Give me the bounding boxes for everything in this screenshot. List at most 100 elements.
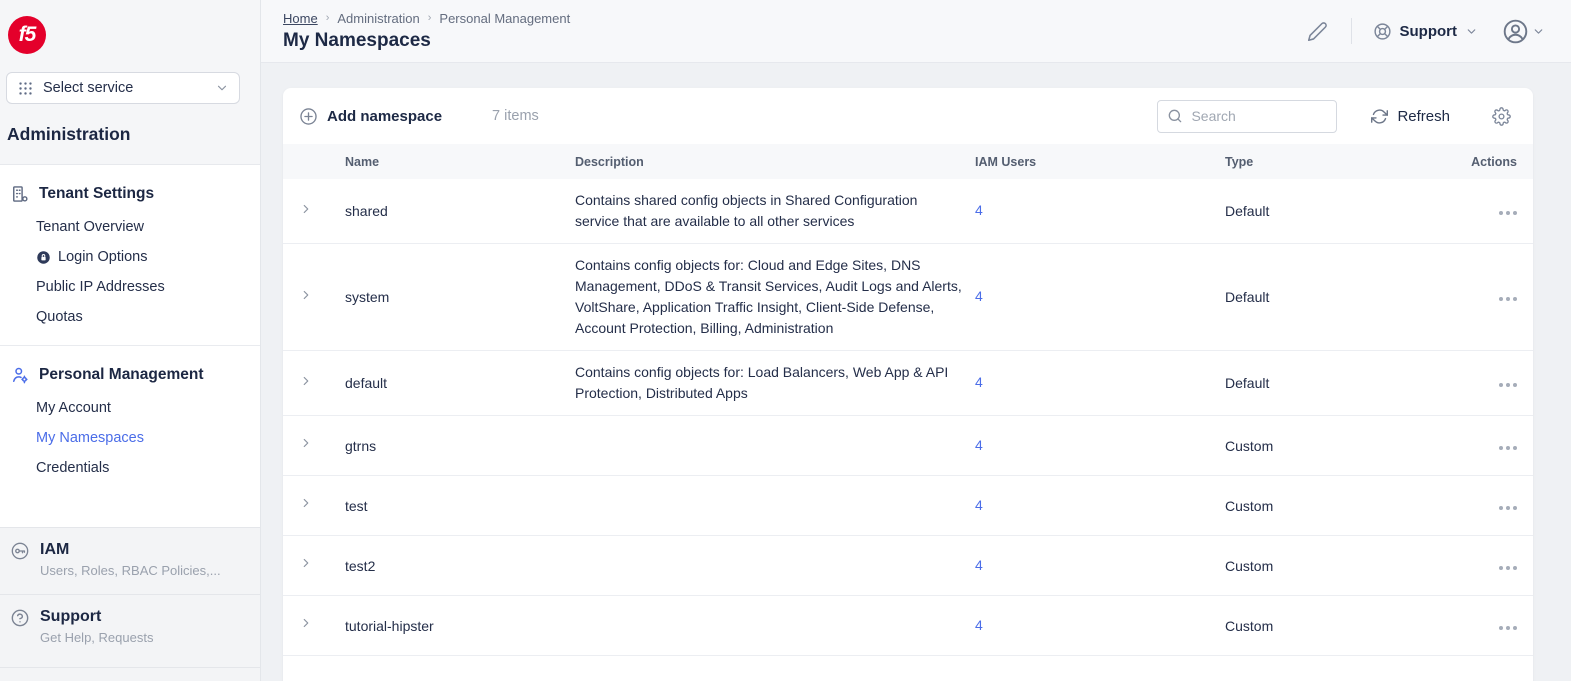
f5-logo[interactable]: f5 bbox=[8, 16, 46, 54]
sidebar-section-title: Support bbox=[40, 606, 153, 628]
gear-icon[interactable] bbox=[1492, 107, 1511, 126]
table-row: tutorial-hipster 4 Custom bbox=[283, 596, 1533, 656]
sidebar-item-my-namespaces[interactable]: My Namespaces bbox=[0, 423, 260, 453]
account-menu[interactable] bbox=[1502, 18, 1545, 45]
expand-row-button[interactable] bbox=[299, 202, 313, 216]
namespaces-card: Add namespace 7 items Refresh Name Descr… bbox=[283, 88, 1533, 681]
namespace-type: Default bbox=[1225, 375, 1470, 391]
sidebar-section-title: IAM bbox=[40, 539, 221, 561]
table-row: test 4 Custom bbox=[283, 476, 1533, 536]
row-actions-button[interactable] bbox=[1496, 293, 1517, 305]
sidebar-section-iam[interactable]: IAM Users, Roles, RBAC Policies,... bbox=[0, 527, 260, 594]
namespace-type: Default bbox=[1225, 289, 1470, 305]
breadcrumb-item-administration[interactable]: Administration bbox=[337, 11, 419, 26]
table-header: Name Description IAM Users Type Actions bbox=[283, 144, 1533, 179]
namespace-name: test2 bbox=[345, 558, 575, 574]
namespace-name: test bbox=[345, 498, 575, 514]
sidebar-section-text: Support Get Help, Requests bbox=[40, 606, 153, 645]
table-row: shared Contains shared config objects in… bbox=[283, 179, 1533, 244]
namespace-name: default bbox=[345, 375, 575, 391]
expand-row-button[interactable] bbox=[299, 374, 313, 388]
sidebar-item-label: My Namespaces bbox=[36, 430, 144, 446]
divider bbox=[0, 345, 260, 346]
f5-logo-text: f5 bbox=[19, 23, 36, 47]
namespace-name: shared bbox=[345, 203, 575, 219]
breadcrumb-item-home[interactable]: Home bbox=[283, 11, 318, 26]
expand-row-button[interactable] bbox=[299, 556, 313, 570]
row-actions-button[interactable] bbox=[1496, 622, 1517, 634]
iam-users-link[interactable]: 4 bbox=[975, 617, 983, 633]
iam-users-link[interactable]: 4 bbox=[975, 497, 983, 513]
chevron-down-icon bbox=[1532, 25, 1545, 38]
sidebar-item-credentials[interactable]: Credentials bbox=[0, 453, 260, 483]
sidebar-item-label: Tenant Overview bbox=[36, 219, 144, 235]
column-header-description[interactable]: Description bbox=[575, 155, 975, 169]
add-namespace-button[interactable]: Add namespace bbox=[299, 107, 442, 126]
column-header-type[interactable]: Type bbox=[1225, 155, 1470, 169]
table-row: default Contains config objects for: Loa… bbox=[283, 351, 1533, 416]
tenant-settings-icon bbox=[10, 184, 30, 204]
expand-row-button[interactable] bbox=[299, 616, 313, 630]
sidebar-group-header[interactable]: Personal Management bbox=[0, 359, 260, 393]
sidebar-group-personal-management: Personal Management My Account My Namespa… bbox=[0, 359, 260, 483]
namespace-name: system bbox=[345, 289, 575, 305]
column-header-name[interactable]: Name bbox=[345, 155, 575, 169]
search-input[interactable] bbox=[1191, 108, 1327, 124]
expand-row-button[interactable] bbox=[299, 436, 313, 450]
column-header-iam-users[interactable]: IAM Users bbox=[975, 155, 1225, 169]
namespace-name: gtrns bbox=[345, 438, 575, 454]
iam-users-link[interactable]: 4 bbox=[975, 374, 983, 390]
sidebar-group-title: Personal Management bbox=[39, 366, 204, 384]
row-actions-button[interactable] bbox=[1496, 502, 1517, 514]
key-icon bbox=[10, 541, 30, 561]
add-namespace-label: Add namespace bbox=[327, 108, 442, 125]
namespace-description: Contains config objects for: Cloud and E… bbox=[575, 255, 975, 339]
grid-icon bbox=[17, 80, 34, 97]
iam-users-link[interactable]: 4 bbox=[975, 288, 983, 304]
namespace-type: Custom bbox=[1225, 438, 1470, 454]
sidebar-groups: Tenant Settings Tenant Overview Login Opt… bbox=[0, 165, 260, 483]
table-row: gtrns 4 Custom bbox=[283, 416, 1533, 476]
sidebar-item-quotas[interactable]: Quotas bbox=[0, 302, 260, 332]
topbar: Home›Administration›Personal Management … bbox=[261, 0, 1571, 63]
breadcrumb-separator-icon: › bbox=[428, 12, 432, 24]
row-actions-button[interactable] bbox=[1496, 442, 1517, 454]
expand-row-button[interactable] bbox=[299, 496, 313, 510]
content-area: Add namespace 7 items Refresh Name Descr… bbox=[261, 64, 1571, 681]
sidebar-section-support[interactable]: Support Get Help, Requests bbox=[0, 594, 260, 667]
namespace-name: tutorial-hipster bbox=[345, 618, 575, 634]
topbar-left: Home›Administration›Personal Management … bbox=[261, 11, 570, 52]
expand-row-button[interactable] bbox=[299, 288, 313, 302]
row-actions-button[interactable] bbox=[1496, 562, 1517, 574]
sidebar-item-login-options[interactable]: Login Options bbox=[0, 242, 260, 272]
sidebar: f5 Select service Administration Tenant … bbox=[0, 0, 261, 681]
namespace-type: Custom bbox=[1225, 558, 1470, 574]
topbar-right: Support bbox=[1307, 18, 1571, 45]
sidebar-item-label: My Account bbox=[36, 400, 111, 416]
sidebar-collapsed: IAM Users, Roles, RBAC Policies,... Supp… bbox=[0, 527, 260, 681]
iam-users-link[interactable]: 4 bbox=[975, 202, 983, 218]
sidebar-item-label: Quotas bbox=[36, 309, 83, 325]
sidebar-group-header[interactable]: Tenant Settings bbox=[0, 178, 260, 212]
sidebar-item-label: Login Options bbox=[58, 249, 147, 265]
sidebar-item-my-account[interactable]: My Account bbox=[0, 393, 260, 423]
row-actions-button[interactable] bbox=[1496, 207, 1517, 219]
refresh-button[interactable]: Refresh bbox=[1371, 108, 1450, 125]
breadcrumb: Home›Administration›Personal Management bbox=[283, 11, 570, 26]
search-box bbox=[1157, 100, 1337, 133]
row-actions-button[interactable] bbox=[1496, 379, 1517, 391]
namespace-type: Default bbox=[1225, 203, 1470, 219]
chevron-down-icon bbox=[215, 81, 229, 95]
breadcrumb-item-personal-management[interactable]: Personal Management bbox=[439, 11, 570, 26]
sidebar-item-tenant-overview[interactable]: Tenant Overview bbox=[0, 212, 260, 242]
iam-users-link[interactable]: 4 bbox=[975, 557, 983, 573]
sidebar-item-label: Public IP Addresses bbox=[36, 279, 165, 295]
support-menu[interactable]: Support bbox=[1373, 22, 1479, 41]
iam-users-link[interactable]: 4 bbox=[975, 437, 983, 453]
sidebar-header: f5 Select service Administration bbox=[0, 0, 260, 165]
sidebar-item-public-ip-addresses[interactable]: Public IP Addresses bbox=[0, 272, 260, 302]
search-icon bbox=[1167, 108, 1183, 124]
brush-icon[interactable] bbox=[1307, 21, 1328, 42]
service-selector[interactable]: Select service bbox=[6, 72, 240, 104]
sidebar-section-heading: Administration bbox=[7, 124, 130, 145]
